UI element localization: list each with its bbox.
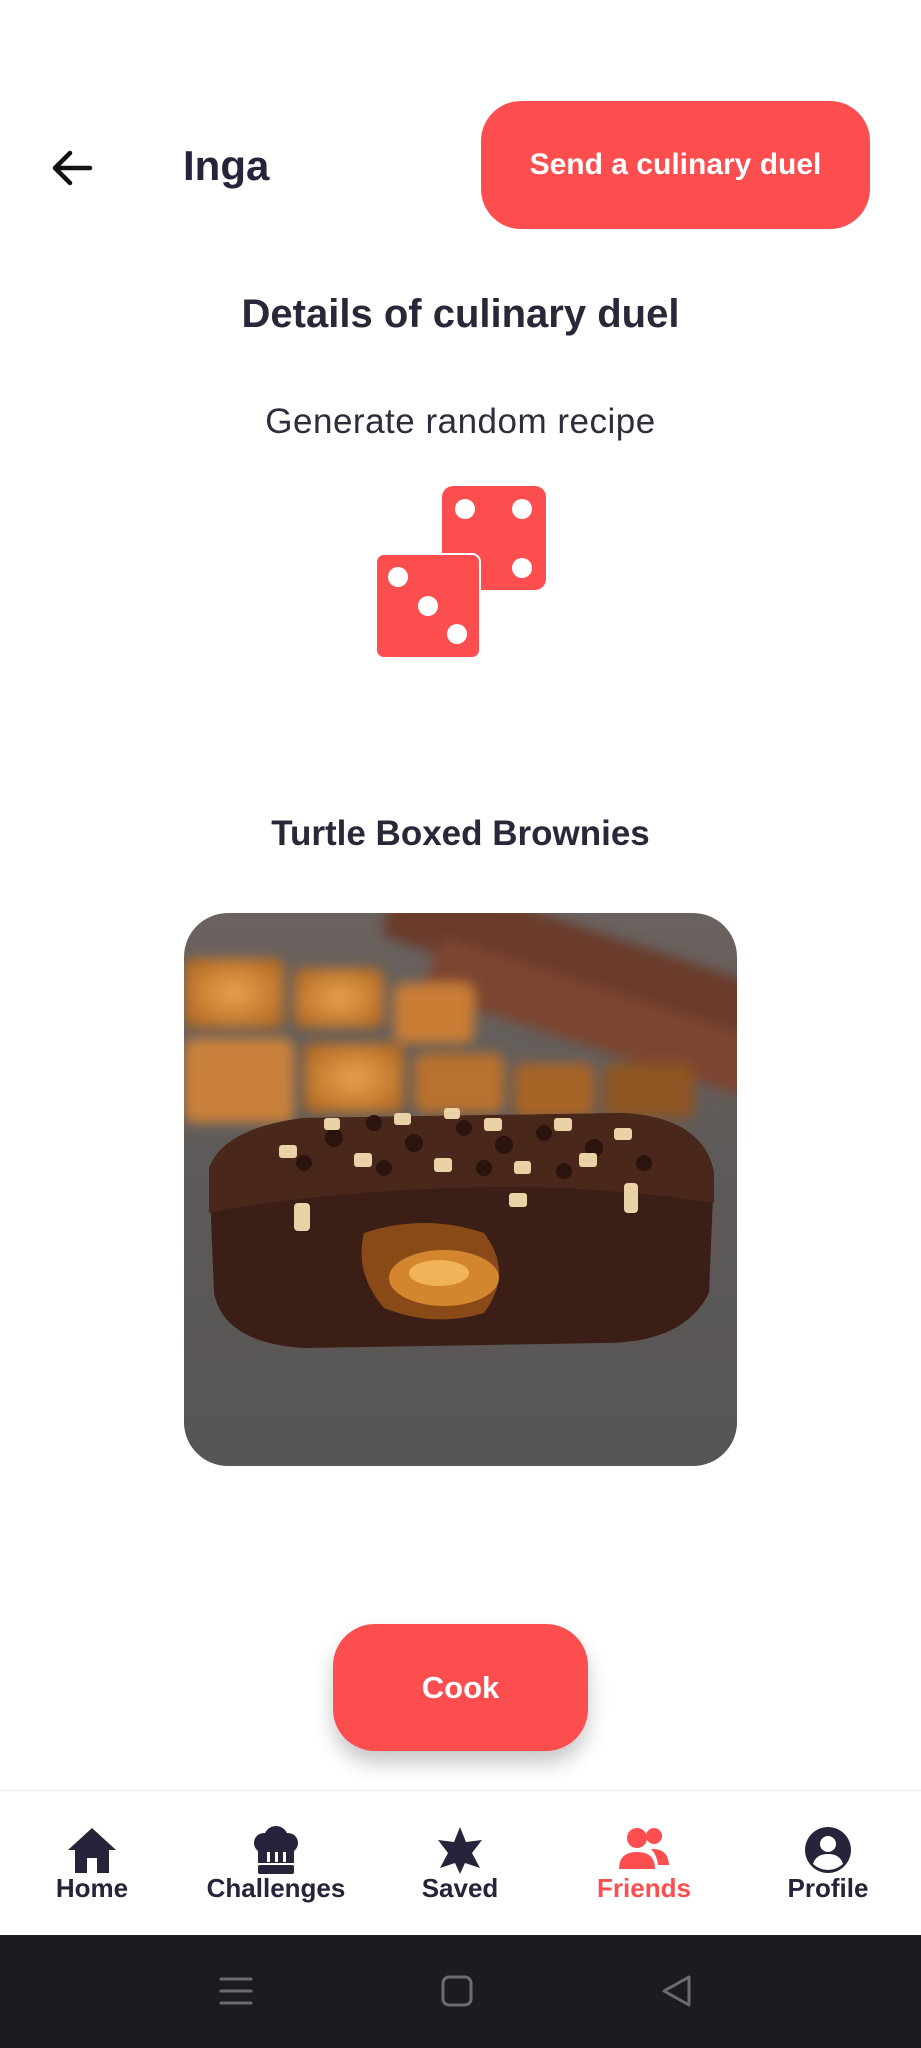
bottom-tab-bar: Home Challenges Saved Friends Profile — [0, 1790, 921, 1936]
system-menu-button[interactable] — [200, 1955, 272, 2027]
system-navigation-bar — [0, 1935, 921, 2048]
generate-random-recipe-label: Generate random recipe — [265, 402, 656, 441]
tab-label-friends: Friends — [597, 1873, 691, 1903]
tab-label-saved: Saved — [421, 1873, 499, 1903]
back-button[interactable] — [40, 136, 104, 200]
arrow-left-icon — [52, 150, 93, 186]
friends-icon — [619, 1828, 669, 1869]
home-icon — [68, 1828, 116, 1873]
chef-hat-icon — [254, 1826, 298, 1874]
dice-icon[interactable] — [374, 486, 548, 659]
cook-button[interactable]: Cook — [333, 1624, 588, 1751]
tab-label-challenges: Challenges — [206, 1873, 346, 1903]
tab-label-profile: Profile — [787, 1873, 869, 1903]
tab-friends[interactable]: Friends — [552, 1791, 736, 1936]
menu-icon — [219, 1977, 253, 2005]
tab-label-home: Home — [55, 1873, 129, 1903]
home-square-icon — [441, 1975, 473, 2007]
system-home-button[interactable] — [421, 1955, 493, 2027]
recipe-title: Turtle Boxed Brownies — [271, 814, 650, 853]
recipe-image — [184, 913, 737, 1466]
tab-challenges[interactable]: Challenges — [184, 1791, 368, 1936]
system-back-button[interactable] — [640, 1955, 712, 2027]
friend-name: Inga — [183, 142, 270, 189]
tab-home[interactable]: Home — [0, 1791, 184, 1936]
profile-icon — [805, 1827, 851, 1873]
send-culinary-duel-button[interactable]: Send a culinary duel — [481, 101, 870, 229]
tab-saved[interactable]: Saved — [368, 1791, 552, 1936]
star-icon — [438, 1827, 482, 1874]
duel-details-title: Details of culinary duel — [241, 292, 680, 336]
tab-profile[interactable]: Profile — [736, 1791, 920, 1936]
back-triangle-icon — [662, 1975, 691, 2007]
